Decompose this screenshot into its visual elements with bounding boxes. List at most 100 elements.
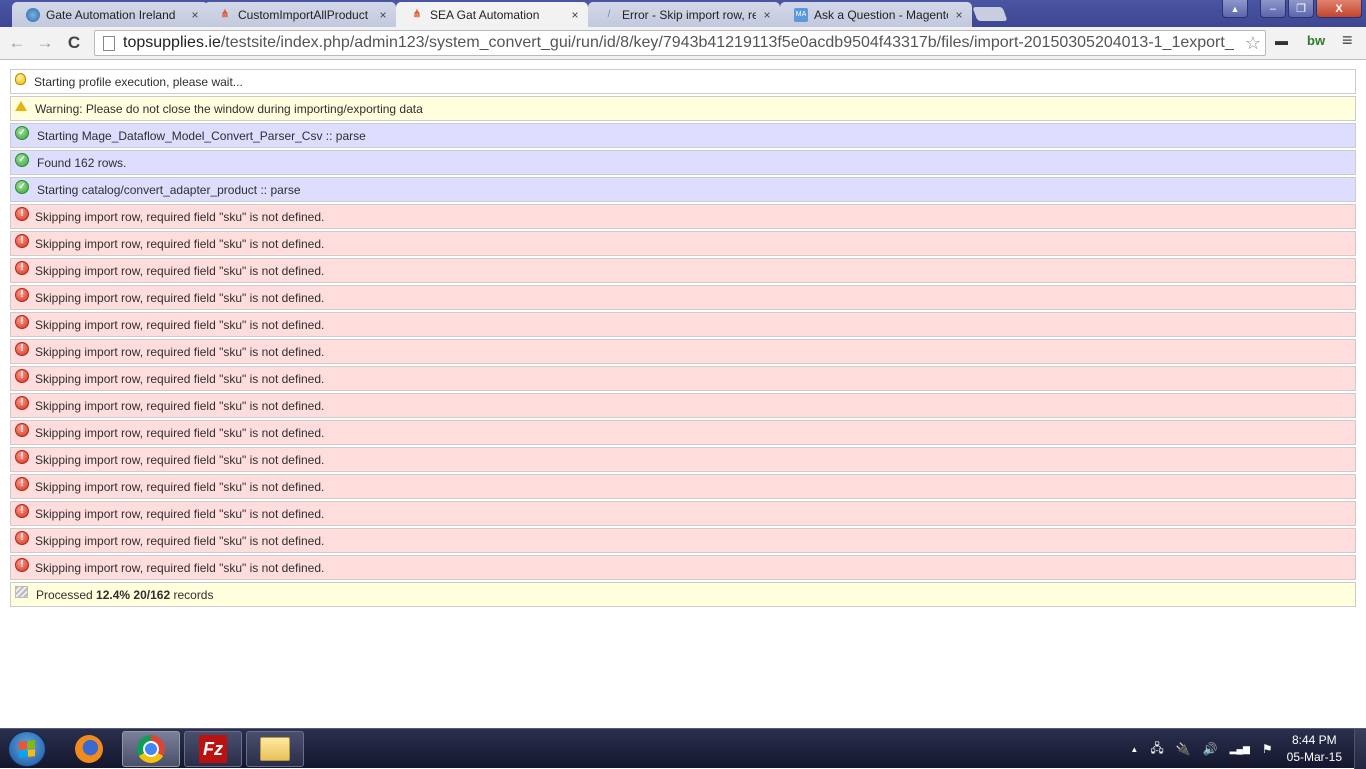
network-icon[interactable]: 🖧 (1150, 739, 1163, 760)
signal-icon[interactable]: ▂▄▆ (1230, 744, 1250, 755)
magento-icon: ⋔ (220, 9, 230, 20)
error-icon: ! (15, 422, 29, 437)
windows-logo-icon (19, 740, 35, 758)
ma-icon: MA (794, 7, 808, 22)
tab-customimportallproduct[interactable]: ⋔ CustomImportAllProduct × (204, 2, 396, 27)
progress-suffix: records (173, 587, 214, 602)
bookmark-star-icon[interactable]: ☆ (1241, 33, 1265, 54)
log-message: Starting catalog/convert_adapter_product… (37, 182, 301, 197)
chrome-icon (137, 735, 165, 763)
error-icon: ! (15, 314, 29, 329)
bw-extension-icon[interactable]: bw (1307, 33, 1325, 48)
log-message: Skipping import row, required field "sku… (35, 479, 325, 494)
success-check-icon: ✓ (15, 125, 29, 140)
address-bar[interactable]: topsupplies.ie /testsite/index.php/admin… (94, 30, 1266, 56)
back-button[interactable]: ← (6, 33, 28, 53)
log-message: Starting Mage_Dataflow_Model_Convert_Par… (37, 128, 366, 143)
tab-label: CustomImportAllProduct (238, 7, 369, 22)
new-tab-button[interactable] (972, 7, 1008, 21)
clock-date: 05-Mar-15 (1286, 750, 1342, 764)
magento-icon: ⋔ (412, 9, 422, 20)
log-success-row: ✓ Starting Mage_Dataflow_Model_Convert_Pa… (10, 123, 1356, 148)
log-message: Skipping import row, required field "sku… (35, 371, 325, 386)
log-message: Warning: Please do not close the window … (35, 101, 423, 116)
log-message: Starting profile execution, please wait.… (34, 74, 243, 89)
error-icon: ! (15, 260, 29, 275)
clock-time: 8:44 PM (1291, 733, 1337, 747)
tab-close-icon[interactable]: × (760, 8, 774, 22)
show-desktop-button[interactable] (1354, 729, 1366, 769)
tab-sea-gat-automation[interactable]: ⋔ SEA Gat Automation × (396, 2, 588, 27)
log-success-row: ✓ Found 162 rows. (10, 150, 1356, 175)
browser-title-bar: Gate Automation Ireland × ⋔ CustomImport… (0, 0, 1366, 27)
success-check-icon: ✓ (15, 179, 29, 194)
minimize-button[interactable]: – (1260, 0, 1286, 18)
log-error-row: ! Skipping import row, required field "sk… (10, 258, 1356, 283)
reload-button[interactable]: C (63, 33, 85, 53)
maximize-button[interactable]: ❐ (1288, 0, 1314, 18)
log-progress-row: Processed 12.4% 20/162 records (10, 582, 1356, 607)
taskbar-firefox[interactable] (60, 731, 118, 767)
tab-error-skip-import-row[interactable]: / Error - Skip import row, re × (588, 2, 780, 27)
tab-close-icon[interactable]: × (376, 8, 390, 22)
forward-button[interactable]: → (34, 33, 56, 53)
error-icon: ! (15, 476, 29, 491)
log-error-row: ! Skipping import row, required field "sk… (10, 447, 1356, 472)
clock[interactable]: 8:44 PM 05-Mar-15 (1287, 732, 1342, 766)
log-message: Skipping import row, required field "sku… (35, 560, 325, 575)
window-controls: ▲ – ❐ X (1222, 0, 1362, 18)
taskbar-chrome[interactable] (122, 731, 180, 767)
success-check-icon: ✓ (15, 152, 29, 167)
log-error-row: ! Skipping import row, required field "sk… (10, 204, 1356, 229)
log-message: Skipping import row, required field "sku… (35, 344, 325, 359)
incognito-mask-icon[interactable]: ▬ (1275, 33, 1288, 48)
error-icon: ! (15, 233, 29, 248)
tab-label: SEA Gat Automation (430, 7, 540, 22)
system-tray: ▲ 🖧 🔌 🔊 ▂▄▆ ⚑ 8:44 PM 05-Mar-15 (1124, 729, 1366, 769)
close-window-button[interactable]: X (1316, 0, 1362, 18)
minimize-icon: – (1269, 2, 1277, 15)
log-message: Found 162 rows. (37, 155, 127, 170)
log-error-row: ! Skipping import row, required field "sk… (10, 285, 1356, 310)
progress-count: 20/162 (133, 587, 171, 602)
tab-close-icon[interactable]: × (188, 8, 202, 22)
log-error-row: ! Skipping import row, required field "sk… (10, 366, 1356, 391)
tab-label: Error - Skip import row, re (622, 7, 756, 22)
tab-label: Gate Automation Ireland (46, 7, 176, 22)
tab-gate-automation-ireland[interactable]: Gate Automation Ireland × (12, 2, 208, 27)
action-center-flag-icon[interactable]: ⚑ (1262, 742, 1273, 756)
user-profile-button[interactable]: ▲ (1222, 0, 1248, 18)
log-message: Skipping import row, required field "sku… (35, 533, 325, 548)
page-icon (103, 35, 115, 51)
close-icon: X (1335, 2, 1343, 15)
power-icon[interactable]: 🔌 (1176, 742, 1191, 756)
log-message: Skipping import row, required field "sku… (35, 425, 325, 440)
tab-ask-a-question-magento[interactable]: MA Ask a Question - Magento × (780, 2, 972, 27)
tab-close-icon[interactable]: × (568, 8, 582, 22)
tab-close-icon[interactable]: × (952, 8, 966, 22)
windows-taskbar: Fz ▲ 🖧 🔌 🔊 ▂▄▆ ⚑ 8:44 PM 05-Mar-15 (0, 728, 1366, 769)
log-message: Skipping import row, required field "sku… (35, 290, 325, 305)
show-hidden-icons-button[interactable]: ▲ (1130, 745, 1138, 754)
volume-icon[interactable]: 🔊 (1203, 742, 1218, 756)
log-message: Skipping import row, required field "sku… (35, 209, 325, 224)
url-path: /testsite/index.php/admin123/system_conv… (220, 34, 1234, 51)
menu-icon[interactable]: ≡ (1342, 30, 1353, 51)
taskbar-filezilla[interactable]: Fz (184, 731, 242, 767)
feather-icon: / (607, 9, 611, 20)
progress-prefix: Processed (36, 587, 93, 602)
log-message: Skipping import row, required field "sku… (35, 263, 325, 278)
log-message: Skipping import row, required field "sku… (35, 452, 325, 467)
log-message: Skipping import row, required field "sku… (35, 506, 325, 521)
log-warning-row: Warning: Please do not close the window … (10, 96, 1356, 121)
start-button[interactable] (8, 731, 46, 767)
maximize-icon: ❐ (1296, 3, 1306, 15)
log-error-row: ! Skipping import row, required field "sk… (10, 555, 1356, 580)
taskbar-windows-explorer[interactable] (246, 731, 304, 767)
log-message: Skipping import row, required field "sku… (35, 317, 325, 332)
log-error-row: ! Skipping import row, required field "sk… (10, 393, 1356, 418)
filezilla-icon: Fz (199, 735, 227, 763)
url-host: topsupplies.ie (123, 34, 221, 51)
log-error-row: ! Skipping import row, required field "sk… (10, 528, 1356, 553)
warning-icon (15, 100, 27, 111)
